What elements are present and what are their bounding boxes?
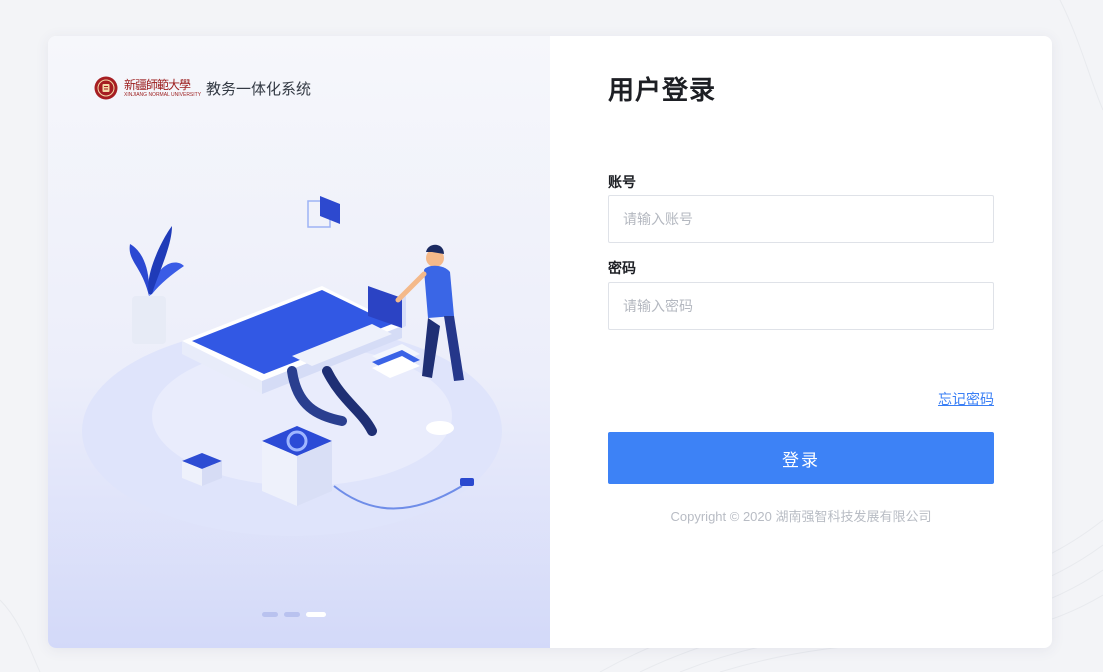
carousel-dot[interactable]: [284, 612, 300, 617]
wordmark-script: 新疆師範大學: [124, 78, 191, 92]
workspace-illustration: [82, 196, 502, 536]
login-form-panel: 用户登录 账号 密码 忘记密码 登录 Copyright © 2020 湖南强智…: [550, 36, 1052, 648]
university-wordmark: 新疆師範大學 XINJIANG NORMAL UNIVERSITY: [124, 76, 202, 100]
illustration-panel: 新疆師範大學 XINJIANG NORMAL UNIVERSITY 教务一体化系…: [48, 36, 550, 648]
password-input[interactable]: [608, 282, 994, 330]
login-card: 新疆師範大學 XINJIANG NORMAL UNIVERSITY 教务一体化系…: [48, 36, 1052, 648]
plant-icon: [129, 226, 184, 344]
account-label: 账号: [608, 174, 636, 190]
brand-header: 新疆師範大學 XINJIANG NORMAL UNIVERSITY 教务一体化系…: [94, 74, 311, 102]
server-box-icon: [262, 426, 332, 506]
carousel-dot[interactable]: [262, 612, 278, 617]
carousel-indicators: [262, 612, 326, 617]
account-input[interactable]: [608, 195, 994, 243]
forgot-password-link[interactable]: 忘记密码: [938, 389, 994, 409]
login-button[interactable]: 登录: [608, 432, 994, 484]
page-title: 用户登录: [608, 75, 717, 105]
floating-panel-icon: [307, 196, 340, 228]
carousel-dot-active[interactable]: [306, 612, 326, 617]
wordmark-latin: XINJIANG NORMAL UNIVERSITY: [124, 92, 202, 98]
university-seal-logo: [94, 76, 118, 100]
system-name: 教务一体化系统: [206, 80, 312, 98]
password-label: 密码: [608, 260, 636, 276]
copyright-text: Copyright © 2020 湖南强智科技发展有限公司: [670, 509, 932, 524]
